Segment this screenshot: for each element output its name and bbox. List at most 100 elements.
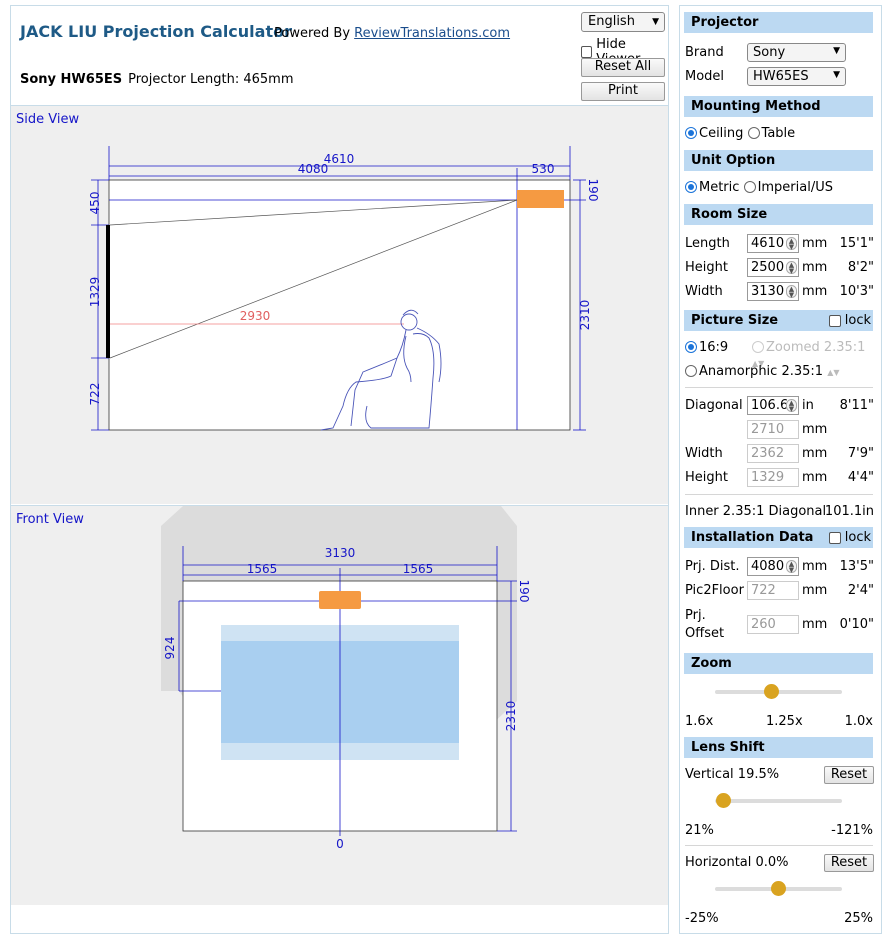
reset-all-button[interactable]: Reset All [581, 58, 665, 77]
diagonal-mm-input: 2710 [747, 420, 799, 439]
dim-width: 3130 [325, 546, 356, 560]
picture-lock-toggle[interactable]: lock [828, 313, 871, 328]
side-view-panel: Side View 4610 4080 530 450 1329 722 293… [11, 106, 668, 504]
spinner-icon[interactable]: ▲ ▼ [786, 261, 797, 275]
mount-ceiling-option[interactable]: Ceiling [685, 126, 743, 141]
vertical-shift-handle[interactable] [716, 793, 732, 808]
ratio-169-option[interactable]: 16:9 [685, 340, 728, 355]
zoom-mid-label: 1.25x [766, 714, 803, 729]
ratio-anamorphic-option[interactable]: Anamorphic 2.35:1 ▲▼ [685, 364, 840, 379]
install-lock-toggle[interactable]: lock [828, 530, 871, 545]
room-length-row: Length 4610 ▲ ▼ mm 15'1" [685, 234, 874, 254]
language-value: English [588, 14, 635, 29]
picture-lock-checkbox[interactable] [828, 314, 841, 327]
ratio-zoomed-radio[interactable] [752, 341, 764, 353]
room-width-input[interactable]: 3130 ▲ ▼ [747, 282, 799, 301]
spinner-icon[interactable]: ▲ ▼ [786, 399, 797, 413]
hide-viewer-checkbox[interactable] [581, 46, 593, 58]
mounting-header: Mounting Method [684, 96, 873, 117]
unit-metric-radio[interactable] [685, 181, 697, 193]
unit-imperial-label: Imperial/US [757, 180, 833, 195]
ratio-anamorphic-radio[interactable] [685, 365, 697, 377]
prj-dist-value: 4080 [751, 559, 785, 574]
pic2floor-row: Pic2Floor 722 mm 2'4" [685, 581, 874, 601]
room-header: Room Size [684, 204, 873, 225]
room-length-value: 4610 [751, 236, 785, 251]
horizontal-shift-handle[interactable] [771, 881, 786, 896]
model-select[interactable]: HW65ES ▼ [747, 67, 846, 86]
room-outline [108, 179, 571, 431]
zoom-slider-handle[interactable] [764, 684, 780, 699]
sort-icon: ▲▼ [827, 368, 840, 377]
front-view-panel: Front View 3130 1565 1565 0 924 190 2310 [11, 505, 668, 905]
unit-imperial-radio[interactable] [743, 181, 756, 193]
room-length-alt: 15'1" [839, 236, 874, 251]
pic-width-label: Width [685, 446, 723, 461]
prj-dist-alt: 13'5" [839, 559, 874, 574]
vertical-shift-slider[interactable] [715, 793, 842, 808]
ratio-169-radio[interactable] [685, 341, 697, 353]
powered-by: Powered By ReviewTranslations.com [274, 26, 510, 41]
ratio-169-label: 16:9 [699, 340, 729, 355]
horizontal-reset-button[interactable]: Reset [824, 854, 874, 872]
vertical-max-label: -121% [831, 823, 873, 838]
powered-link[interactable]: ReviewTranslations.com [354, 26, 510, 41]
prj-dist-unit: mm [802, 559, 828, 574]
room-height-input[interactable]: 2500 ▲ ▼ [747, 258, 799, 277]
print-button[interactable]: Print [581, 82, 665, 101]
zoom-slider[interactable] [715, 684, 842, 699]
mount-ceiling-label: Ceiling [699, 126, 744, 141]
mount-table-radio[interactable] [747, 127, 760, 139]
ratio-row-1: 16:9 Zoomed 2.35:1 ▲▼ [685, 340, 874, 368]
unit-header: Unit Option [684, 150, 873, 171]
room-height-unit: mm [802, 260, 828, 275]
diagonal-input[interactable]: 106.6 ▲ ▼ [747, 396, 799, 415]
mount-ceiling-radio[interactable] [685, 127, 697, 139]
install-lock-checkbox[interactable] [828, 531, 841, 544]
model-row: Model HW65ES ▼ [685, 67, 874, 87]
prj-offset-row: Prj. Offset 260 mm 0'10" [685, 605, 874, 643]
projector-summary: Sony HW65ES Projector Length: 465mm [20, 72, 294, 87]
model-value: HW65ES [753, 69, 809, 84]
pic-height-alt: 4'4" [847, 470, 874, 485]
install-header-label: Installation Data [691, 530, 814, 545]
horizontal-shift-slider[interactable] [715, 881, 842, 896]
side-view-diagram: 4610 4080 530 450 1329 722 2930 190 2310 [88, 146, 600, 431]
unit-imperial-option[interactable]: Imperial/US [743, 180, 833, 195]
chevron-down-icon: ▼ [833, 46, 840, 56]
language-select[interactable]: English ▼ [581, 12, 665, 32]
spinner-icon[interactable]: ▲ ▼ [786, 237, 797, 251]
spinner-icon[interactable]: ▲ ▼ [786, 560, 797, 574]
dim-top: 924 [163, 637, 177, 660]
prj-dist-input[interactable]: 4080 ▲ ▼ [747, 557, 799, 576]
dim-left: 1565 [247, 562, 278, 576]
mount-table-option[interactable]: Table [747, 126, 795, 141]
dim-seat: 2930 [240, 309, 271, 323]
model-label: Model [685, 69, 725, 84]
brand-label: Brand [685, 45, 724, 60]
dim-lens-height: 2310 [578, 300, 592, 331]
dim-bottom: 722 [88, 383, 102, 406]
zoom-max-label: 1.0x [844, 714, 873, 729]
diagonal-alt: 8'11" [839, 398, 874, 413]
vertical-reset-button[interactable]: Reset [824, 766, 874, 784]
device-name: Sony HW65ES [20, 72, 123, 87]
room-height-alt: 8'2" [847, 260, 874, 275]
install-lock-label: lock [844, 530, 871, 545]
room-length-input[interactable]: 4610 ▲ ▼ [747, 234, 799, 253]
dim-screen: 1329 [88, 277, 102, 308]
prj-offset-alt: 0'10" [839, 617, 874, 632]
spinner-icon[interactable]: ▲ ▼ [786, 285, 797, 299]
pic-width-unit: mm [802, 446, 828, 461]
divider [685, 494, 873, 495]
inner-diagonal-value: 101.1in [824, 504, 874, 519]
zoom-min-label: 1.6x [685, 714, 714, 729]
dim-drop: 190 [517, 580, 531, 603]
diagonal-unit: in [802, 398, 814, 413]
room-height-value: 2500 [751, 260, 785, 275]
brand-select[interactable]: Sony ▼ [747, 43, 846, 62]
room-width-value: 3130 [751, 284, 785, 299]
pic-height-input: 1329 [747, 468, 799, 487]
powered-prefix: Powered By [274, 26, 351, 41]
unit-metric-option[interactable]: Metric [685, 180, 739, 195]
